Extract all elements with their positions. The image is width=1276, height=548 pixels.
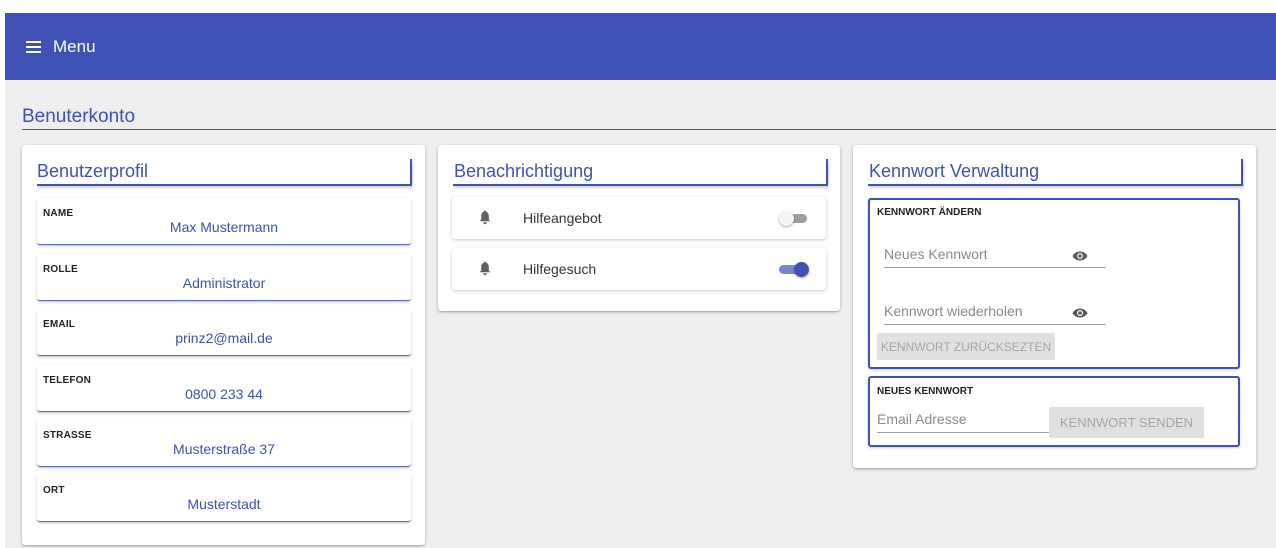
password-card: Kennwort Verwaltung KENNWORT ÄNDERN KENN… [853,145,1256,468]
profile-title: Benutzerprofil [37,161,149,181]
eye-icon[interactable] [1072,308,1088,318]
field-value: Max Mustermann [169,219,279,235]
field-label: EMAIL [43,319,76,330]
notifications-title: Benachrichtigung [454,161,594,181]
field-label: NAME [43,208,74,219]
field-label: TELEFON [43,375,92,386]
app-bar: Menu [5,13,1276,80]
change-password-title: KENNWORT ÄNDERN [877,207,982,218]
profile-field-street: STRASSE Musterstraße 37 [37,420,411,467]
eye-icon[interactable] [1072,251,1088,261]
bell-icon [479,261,491,276]
field-label: ORT [43,485,65,496]
notification-label: Hilfeangebot [523,210,602,226]
change-password-section: KENNWORT ÄNDERN KENNWORT ZURÜCKSEZTEN [868,198,1240,369]
notification-row-hilfegesuch: Hilfegesuch [452,248,826,290]
email-field [877,407,1049,433]
profile-field-email: EMAIL prinz2@mail.de [37,309,411,356]
profile-field-phone: TELEFON 0800 233 44 [37,365,411,412]
menu-label: Menu [53,36,96,56]
new-password-title: NEUES KENNWORT [877,386,974,397]
field-value: Musterstadt [187,496,261,512]
send-password-button[interactable]: KENNWORT SENDEN [1049,407,1204,438]
email-input[interactable] [877,407,1049,431]
notification-row-hilfeangebot: Hilfeangebot [452,197,826,239]
bell-icon [479,210,491,225]
profile-field-role: ROLLE Administrator [37,254,411,301]
hilfeangebot-toggle[interactable] [779,211,809,226]
page-title-divider [22,129,1276,130]
toggle-knob [794,262,809,277]
password-title: Kennwort Verwaltung [869,161,1040,181]
profile-card: Benutzerprofil NAME Max Mustermann ROLLE… [22,145,425,545]
page-title: Benuterkonto [22,106,136,127]
notifications-card: Benachrichtigung Hilfeangebot Hilfegesuc… [438,145,840,311]
hilfegesuch-toggle[interactable] [779,262,809,277]
field-label: STRASSE [43,430,92,441]
new-password-section: NEUES KENNWORT KENNWORT SENDEN [868,376,1240,447]
profile-field-city: ORT Musterstadt [37,475,411,522]
field-value: 0800 233 44 [185,386,263,402]
field-value: Administrator [182,275,266,291]
field-label: ROLLE [43,264,78,275]
toggle-knob [779,211,794,226]
field-value: Musterstraße 37 [173,441,275,457]
hamburger-menu-icon [26,41,41,53]
notification-label: Hilfegesuch [523,261,597,277]
reset-password-button[interactable]: KENNWORT ZURÜCKSEZTEN [877,333,1055,360]
profile-field-name: NAME Max Mustermann [37,198,411,245]
field-value: prinz2@mail.de [175,330,273,346]
page: Menu Benuterkonto Benutzerprofil NAME Ma… [0,0,1276,548]
menu-button[interactable]: Menu [26,37,96,57]
